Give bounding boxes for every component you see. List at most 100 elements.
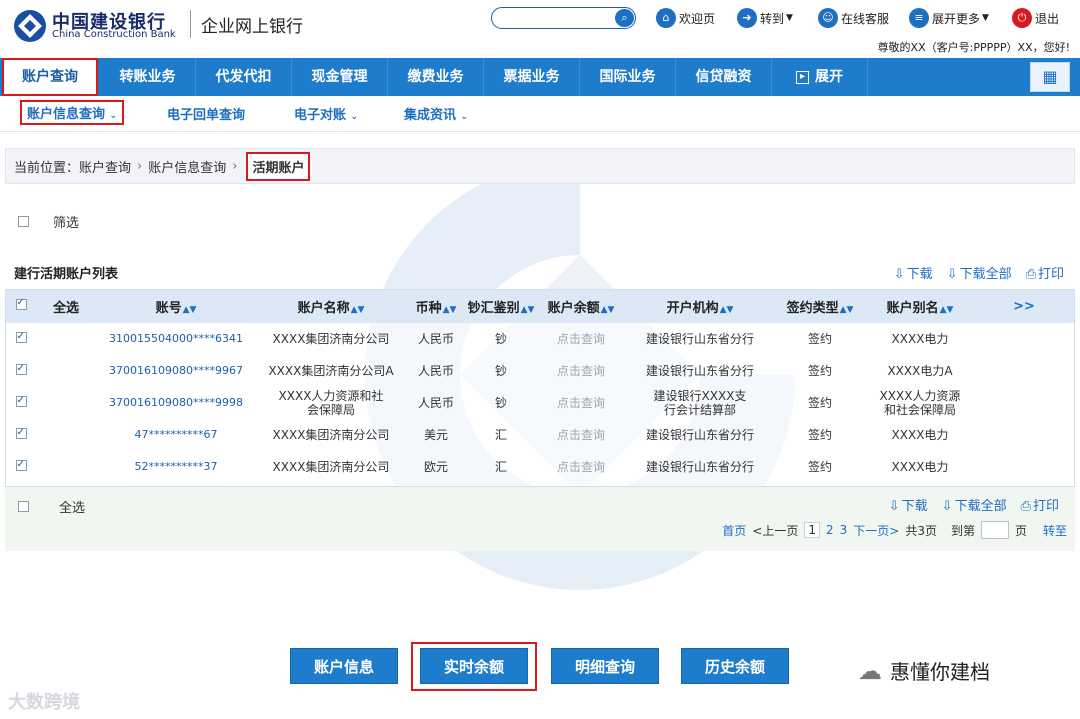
currency: 欧元 xyxy=(423,460,448,474)
row-checkbox[interactable] xyxy=(15,426,27,440)
account-number[interactable]: 370016109080****9998 xyxy=(96,387,256,419)
account-name: XXXX集团济南分公司 xyxy=(272,332,390,346)
first-page-link[interactable]: 首页 xyxy=(722,522,746,539)
list-icon: ≡ xyxy=(909,8,929,28)
col-branch[interactable]: 开户机构▲▼ xyxy=(626,290,774,323)
subnav-receipt[interactable]: 电子回单查询 xyxy=(167,104,245,123)
account-number[interactable]: 47**********67 xyxy=(96,419,256,451)
balance-query-link[interactable]: 点击查询 xyxy=(536,451,626,483)
account-info-button[interactable]: 账户信息 xyxy=(290,648,398,684)
goto-page-input[interactable] xyxy=(980,521,1009,539)
breadcrumb-item[interactable]: 账户查询 xyxy=(79,157,131,176)
balance-query-link[interactable]: 点击查询 xyxy=(536,355,626,387)
col-account[interactable]: 账号▲▼ xyxy=(96,290,256,323)
account-number[interactable]: 370016109080****9967 xyxy=(96,355,256,387)
footer-select-all[interactable]: 全选 xyxy=(18,497,85,516)
download-icon: ⇩ xyxy=(946,267,958,282)
greeting-text: 尊敬的XX（客户号:PPPPP）XX，您好! xyxy=(877,41,1070,54)
col-alias[interactable]: 账户别名▲▼ xyxy=(866,290,974,323)
nav-expand[interactable]: ▸ 展开 xyxy=(772,58,868,96)
expand-more-menu[interactable]: ≡ 展开更多 ▼ xyxy=(909,7,989,29)
breadcrumb-item[interactable]: 账户信息查询 xyxy=(148,157,226,176)
subnav-account-info[interactable]: 账户信息查询 ⌄ xyxy=(20,100,125,125)
balance-query-link[interactable]: 点击查询 xyxy=(536,387,626,419)
alias: XXXX电力 xyxy=(891,332,949,346)
balance-query-link[interactable]: 点击查询 xyxy=(536,419,626,451)
download-button[interactable]: ⇩ 下载 xyxy=(894,263,933,282)
sort-icon[interactable]: ▲▼ xyxy=(720,305,734,315)
detail-query-button[interactable]: 明细查询 xyxy=(551,648,659,684)
search-icon[interactable]: ⌕ xyxy=(615,9,634,27)
sort-icon[interactable]: ▲▼ xyxy=(840,305,854,315)
nav-international[interactable]: 国际业务 xyxy=(580,58,676,96)
page-link[interactable]: 2 xyxy=(826,523,834,537)
row-checkbox[interactable] xyxy=(15,394,27,408)
col-name[interactable]: 账户名称▲▼ xyxy=(256,290,406,323)
filter-checkbox[interactable] xyxy=(18,216,29,227)
account-number[interactable]: 310015504000****6341 xyxy=(96,323,256,355)
account-number[interactable]: 52**********37 xyxy=(96,451,256,483)
print-button[interactable]: ⎙ 打印 xyxy=(1026,263,1064,282)
service-label: 在线客服 xyxy=(841,11,890,26)
currency: 美元 xyxy=(423,428,448,442)
online-service-link[interactable]: ☺ 在线客服 xyxy=(818,7,889,29)
table-row: 52**********37 XXXX集团济南分公司 欧元 汇 点击查询 建设银… xyxy=(6,451,1074,483)
goto-menu[interactable]: ➜ 转到 ▼ xyxy=(737,7,793,29)
list-title: 建行活期账户列表 xyxy=(14,267,119,282)
chevron-down-icon: ⌄ xyxy=(109,111,118,121)
history-balance-button[interactable]: 历史余额 xyxy=(681,648,789,684)
filter-toggle[interactable]: 筛选 xyxy=(18,212,79,231)
select-all-checkbox[interactable] xyxy=(15,297,27,310)
download-label: 下载 xyxy=(901,499,928,514)
sort-icon[interactable]: ▲▼ xyxy=(940,305,954,315)
page-link[interactable]: 3 xyxy=(840,523,848,537)
subnav-account-info-label: 账户信息查询 xyxy=(27,107,106,122)
row-checkbox[interactable] xyxy=(15,362,27,376)
list-actions-top: ⇩ 下载 ⇩ 下载全部 ⎙ 打印 xyxy=(894,263,1064,282)
nav-transfer[interactable]: 转账业务 xyxy=(100,58,196,96)
nav-cash-management[interactable]: 现金管理 xyxy=(292,58,388,96)
col-cash-flag[interactable]: 钞汇鉴别▲▼ xyxy=(466,290,536,323)
col-balance[interactable]: 账户余额▲▼ xyxy=(536,290,626,323)
col-name-label: 账户名称 xyxy=(297,301,350,316)
table-header-row: 全选 账号▲▼ 账户名称▲▼ 币种▲▼ 钞汇鉴别▲▼ 账户余额▲▼ 开户机构▲▼… xyxy=(6,290,1074,323)
download-all-button[interactable]: ⇩ 下载全部 xyxy=(947,263,1012,282)
subnav-info[interactable]: 集成资讯 ⌄ xyxy=(404,104,468,123)
balance-query-link[interactable]: 点击查询 xyxy=(536,323,626,355)
nav-credit[interactable]: 信贷融资 xyxy=(676,58,772,96)
sort-icon[interactable]: ▲▼ xyxy=(601,305,615,315)
sort-icon[interactable]: ▲▼ xyxy=(351,305,365,315)
subnav-reconciliation[interactable]: 电子对账 ⌄ xyxy=(294,104,358,123)
grid-menu-icon[interactable]: ▦ xyxy=(1030,62,1070,92)
footer-select-all-checkbox[interactable] xyxy=(18,501,29,512)
sign-type: 签约 xyxy=(807,396,832,410)
page-current[interactable]: 1 xyxy=(804,522,820,538)
row-checkbox[interactable] xyxy=(15,458,27,472)
more-columns-button[interactable]: >> xyxy=(974,290,1074,323)
nav-bill-payment[interactable]: 缴费业务 xyxy=(388,58,484,96)
nav-payroll[interactable]: 代发代扣 xyxy=(196,58,292,96)
col-sign-type[interactable]: 签约类型▲▼ xyxy=(774,290,866,323)
wechat-name: 惠懂你建档 xyxy=(890,660,990,684)
row-checkbox[interactable] xyxy=(15,330,27,344)
download-all-button[interactable]: ⇩ 下载全部 xyxy=(942,495,1007,514)
print-button[interactable]: ⎙ 打印 xyxy=(1021,495,1059,514)
download-all-label: 下载全部 xyxy=(954,499,1007,514)
nav-notes[interactable]: 票据业务 xyxy=(484,58,580,96)
search-box[interactable]: ⌕ xyxy=(491,7,636,29)
col-account-label: 账号 xyxy=(155,301,182,316)
col-currency[interactable]: 币种▲▼ xyxy=(406,290,466,323)
logout-link[interactable]: ⏻ 退出 xyxy=(1012,7,1059,29)
sort-icon[interactable]: ▲▼ xyxy=(443,305,457,315)
sort-icon[interactable]: ▲▼ xyxy=(183,305,197,315)
page-header: 中国建设银行 China Construction Bank 企业网上银行 ⌕ … xyxy=(0,0,1080,58)
select-all-cell[interactable] xyxy=(6,290,36,323)
goto-page-button[interactable]: 转至 xyxy=(1043,522,1067,539)
nav-account-query[interactable]: 账户查询 xyxy=(2,58,98,96)
prev-page-link[interactable]: <上一页 xyxy=(752,522,798,539)
next-page-link[interactable]: 下一页> xyxy=(853,522,899,539)
welcome-link[interactable]: ⌂ 欢迎页 xyxy=(656,7,715,29)
sort-icon[interactable]: ▲▼ xyxy=(521,305,535,315)
search-input[interactable] xyxy=(500,10,610,26)
download-button[interactable]: ⇩ 下载 xyxy=(889,495,928,514)
